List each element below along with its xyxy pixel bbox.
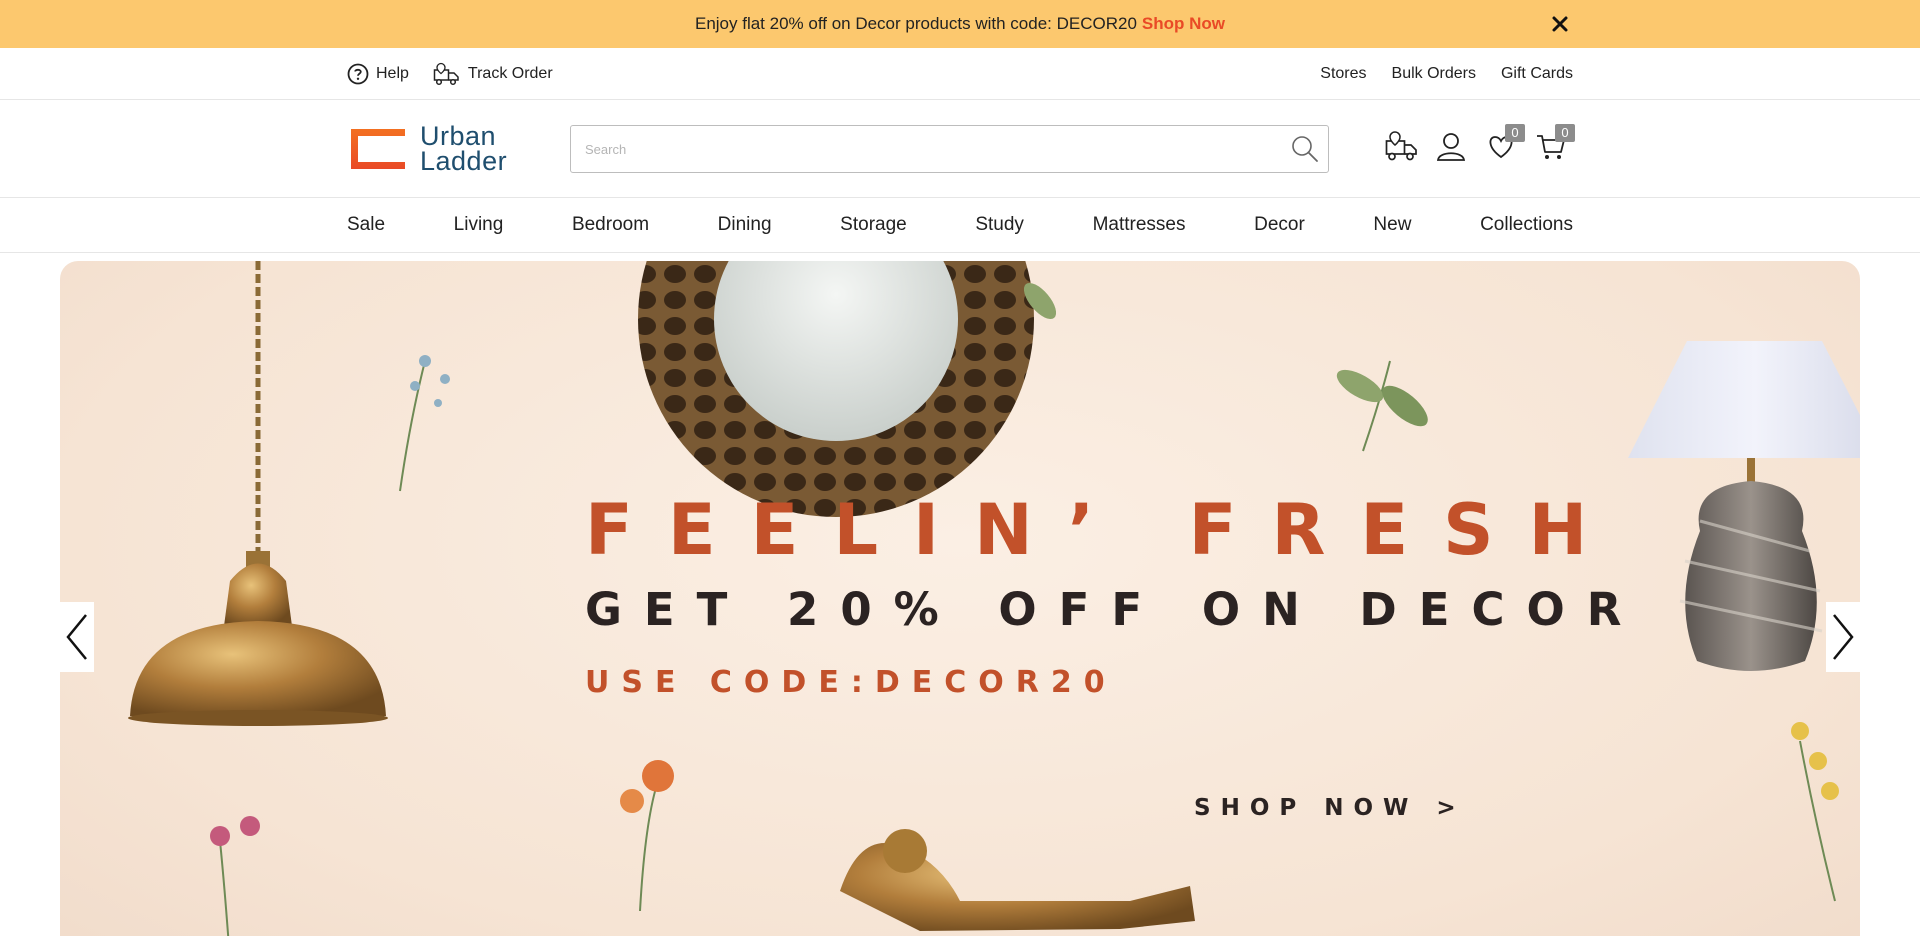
- hero-subheadline: GET 20% OFF ON DECOR: [585, 583, 1644, 636]
- nav-item-decor[interactable]: Decor: [1254, 214, 1305, 236]
- search-input[interactable]: [571, 126, 1261, 172]
- track-order-header-icon[interactable]: [1385, 130, 1417, 162]
- hero-carousel: FEELIN’ FRESH GET 20% OFF ON DECOR USE C…: [0, 253, 1920, 936]
- stores-link[interactable]: Stores: [1320, 65, 1366, 83]
- truck-icon: [433, 62, 461, 86]
- track-order-link[interactable]: Track Order: [433, 62, 553, 86]
- wishlist-icon[interactable]: 0: [1485, 124, 1525, 162]
- promo-bar: Enjoy flat 20% off on Decor products wit…: [0, 0, 1920, 48]
- chevron-right-icon: [1833, 614, 1854, 660]
- search-icon[interactable]: [1290, 134, 1320, 169]
- nav-item-collections[interactable]: Collections: [1480, 214, 1573, 236]
- promo-text: Enjoy flat 20% off on Decor products wit…: [694, 14, 1137, 33]
- help-icon: [347, 63, 369, 85]
- gift-cards-link[interactable]: Gift Cards: [1501, 65, 1573, 83]
- brass-figurine-image: [840, 829, 1195, 931]
- nav-item-bedroom[interactable]: Bedroom: [572, 214, 649, 236]
- round-mirror-image: [638, 261, 1034, 517]
- nav-item-study[interactable]: Study: [975, 214, 1024, 236]
- category-nav: Sale Living Bedroom Dining Storage Study…: [0, 198, 1920, 253]
- cart-count-badge: 0: [1555, 124, 1575, 142]
- close-icon[interactable]: [1549, 13, 1571, 35]
- hero-shop-now-link[interactable]: SHOP NOW >: [1194, 795, 1466, 821]
- nav-item-dining[interactable]: Dining: [718, 214, 772, 236]
- chevron-left-icon: [66, 614, 87, 660]
- urban-ladder-logo[interactable]: Urban Ladder: [348, 123, 508, 176]
- search-box: [570, 125, 1329, 173]
- nav-item-new[interactable]: New: [1373, 214, 1411, 236]
- nav-item-sale[interactable]: Sale: [347, 214, 385, 236]
- pendant-lamp-image: [128, 261, 388, 726]
- carousel-prev-button[interactable]: [60, 602, 94, 672]
- nav-item-living[interactable]: Living: [454, 214, 504, 236]
- nav-item-storage[interactable]: Storage: [840, 214, 907, 236]
- promo-shop-now-link[interactable]: Shop Now: [1142, 14, 1225, 34]
- carousel-next-button[interactable]: [1826, 602, 1860, 672]
- logo-mark-icon: [348, 126, 408, 172]
- hero-headline: FEELIN’ FRESH: [585, 489, 1623, 571]
- hero-banner[interactable]: FEELIN’ FRESH GET 20% OFF ON DECOR USE C…: [60, 261, 1860, 936]
- track-order-label: Track Order: [467, 65, 553, 82]
- logo-text: Urban Ladder: [420, 123, 508, 176]
- main-header: Urban Ladder 0 0: [0, 100, 1920, 198]
- utility-bar: Help Track Order Stores Bulk Orders Gift…: [0, 48, 1920, 100]
- nav-item-mattresses[interactable]: Mattresses: [1093, 214, 1186, 236]
- logo-text-line2: Ladder: [420, 146, 508, 176]
- botanical-decorations: [219, 360, 1836, 936]
- hero-code-line: USE CODE:DECOR20: [585, 665, 1117, 700]
- help-label: Help: [376, 65, 409, 82]
- cart-icon[interactable]: 0: [1535, 124, 1575, 162]
- wishlist-count-badge: 0: [1505, 124, 1525, 142]
- bulk-orders-link[interactable]: Bulk Orders: [1392, 65, 1476, 83]
- user-icon[interactable]: [1435, 130, 1467, 162]
- help-link[interactable]: Help: [347, 63, 409, 85]
